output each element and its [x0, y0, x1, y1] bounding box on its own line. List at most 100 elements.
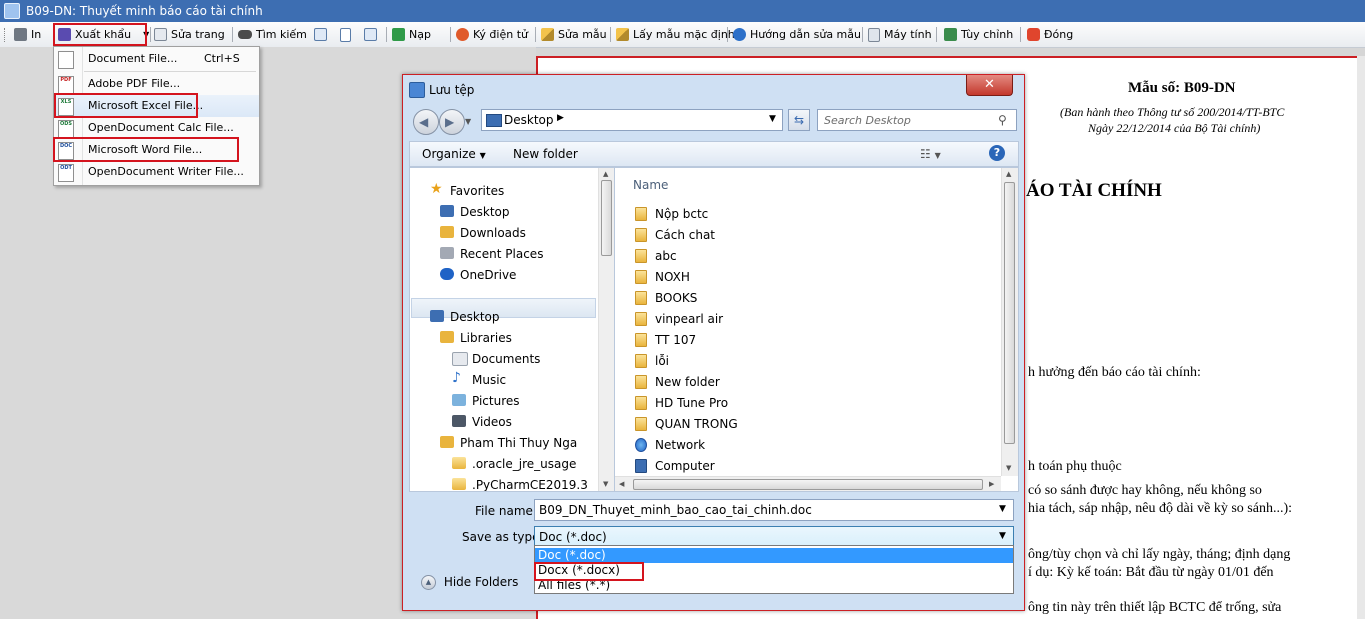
- view-options-button[interactable]: ☷ ▼: [920, 147, 941, 161]
- recent-locations-icon[interactable]: ▼: [465, 117, 471, 126]
- calculator-button[interactable]: Máy tính: [868, 25, 932, 44]
- folder-icon: [635, 417, 647, 431]
- options-button[interactable]: Tùy chỉnh: [944, 25, 1013, 44]
- desktop-icon: [430, 310, 444, 322]
- save-type-select[interactable]: Doc (*.doc) ▼: [534, 526, 1014, 547]
- scroll-up-icon[interactable]: ▲: [1006, 170, 1011, 178]
- file-scroll-thumb[interactable]: [1004, 182, 1015, 444]
- odt-file-icon: ODT: [58, 164, 74, 182]
- command-bar: Organize ▼ New folder ☷ ▼ ?: [409, 141, 1019, 167]
- search-input[interactable]: Search Desktop ⚲: [817, 109, 1017, 131]
- h-scroll-thumb[interactable]: [633, 479, 983, 490]
- refresh-button[interactable]: ⇆: [788, 109, 810, 131]
- scroll-down-icon[interactable]: ▼: [603, 480, 608, 488]
- toolbar-separator: [386, 27, 387, 42]
- menu-item-odt-file[interactable]: ODT OpenDocument Writer File...: [54, 161, 259, 183]
- edit-page-button[interactable]: Sửa trang: [154, 25, 225, 44]
- organize-button[interactable]: Organize ▼: [422, 147, 486, 161]
- scroll-up-icon[interactable]: ▲: [603, 170, 608, 178]
- chevron-down-icon[interactable]: ▼: [999, 504, 1006, 514]
- document-line: có so sánh được hay không, nếu không so: [1028, 483, 1262, 498]
- chevron-down-icon: ▼: [999, 531, 1006, 541]
- menu-separator: [84, 71, 256, 72]
- column-header-name[interactable]: Name: [633, 178, 668, 192]
- fit-page-button[interactable]: [364, 25, 377, 44]
- template-help-button[interactable]: Hướng dẫn sửa mẫu: [733, 25, 861, 44]
- option-doc[interactable]: Doc (*.doc): [535, 548, 1013, 563]
- nav-scrollbar[interactable]: ▲ ▼: [598, 168, 614, 491]
- menu-item-document-file[interactable]: Document File... Ctrl+S: [54, 48, 259, 70]
- save-dialog: Lưu tệp ✕ ◀ ▶ ▼ Desktop ▶ ▼ ⇆ Search Des…: [402, 74, 1025, 611]
- scroll-down-icon[interactable]: ▼: [1006, 464, 1011, 472]
- forward-button[interactable]: ▶: [439, 109, 465, 135]
- default-template-button[interactable]: Lấy mẫu mặc định: [616, 25, 735, 44]
- issued-date-text: Ngày 22/12/2014 của Bộ Tài chính): [1088, 121, 1261, 135]
- chevron-down-icon[interactable]: ▼: [769, 114, 776, 124]
- page-width-icon: [314, 28, 327, 41]
- toolbar: In Xuất khẩu ▼ Sửa trang Tìm kiếm Nạp Ký…: [0, 22, 1365, 48]
- digital-sign-button[interactable]: Ký điện tử: [456, 25, 528, 44]
- folder-icon: [635, 249, 647, 263]
- chevron-down-icon: ▼: [479, 151, 486, 160]
- breadcrumb-arrow-icon[interactable]: ▶: [557, 113, 564, 123]
- close-button[interactable]: Đóng: [1027, 25, 1073, 44]
- address-text: Desktop: [504, 113, 554, 127]
- desktop-icon: [440, 205, 454, 217]
- desktop-icon: [486, 114, 502, 127]
- videos-icon: [452, 415, 466, 427]
- document-line: h toán phụ thuộc: [1028, 459, 1122, 474]
- document-file-icon: [58, 51, 74, 69]
- nav-scroll-thumb[interactable]: [601, 180, 612, 256]
- new-folder-button[interactable]: New folder: [513, 147, 578, 161]
- scroll-left-icon[interactable]: ◀: [619, 480, 624, 488]
- load-button[interactable]: Nạp: [392, 25, 431, 44]
- page-width-button[interactable]: [314, 25, 327, 44]
- help-icon[interactable]: ?: [989, 145, 1005, 161]
- pencil-icon: [541, 28, 554, 41]
- address-bar[interactable]: Desktop ▶ ▼: [481, 109, 783, 131]
- toolbar-separator: [862, 27, 863, 42]
- folder-icon: [452, 457, 466, 469]
- onedrive-icon: [440, 268, 454, 280]
- title-bar: B09-DN: Thuyết minh báo cáo tài chính: [0, 0, 1365, 22]
- window-title: B09-DN: Thuyết minh báo cáo tài chính: [26, 4, 263, 18]
- edit-template-button[interactable]: Sửa mẫu: [541, 25, 607, 44]
- export-highlight: [53, 23, 147, 46]
- printer-icon: [14, 28, 27, 41]
- hide-folders-button[interactable]: ▲ Hide Folders: [421, 575, 518, 590]
- folder-icon: [635, 291, 647, 305]
- file-name-field[interactable]: B09_DN_Thuyet_minh_bao_cao_tai_chinh.doc…: [534, 499, 1014, 521]
- file-list-hscrollbar[interactable]: ◀ ▶: [615, 476, 1001, 491]
- find-button[interactable]: Tìm kiếm: [238, 25, 307, 44]
- arrow-left-icon: ◀: [419, 115, 429, 129]
- toolbar-separator: [727, 27, 728, 42]
- user-folder-icon: [440, 436, 454, 448]
- one-page-button[interactable]: [340, 25, 351, 44]
- file-list-scrollbar[interactable]: ▲ ▼: [1001, 168, 1018, 476]
- pencil-icon: [616, 28, 629, 41]
- dialog-title: Lưu tệp: [429, 83, 475, 97]
- downloads-icon: [440, 226, 454, 238]
- file-name-label: File name:: [475, 504, 537, 518]
- folder-icon: [635, 333, 647, 347]
- menu-item-ods-file[interactable]: ODS OpenDocument Calc File...: [54, 117, 259, 139]
- calculator-icon: [868, 27, 880, 42]
- scroll-right-icon[interactable]: ▶: [989, 480, 994, 488]
- back-button[interactable]: ◀: [413, 109, 439, 135]
- help-icon: [733, 28, 746, 41]
- print-button[interactable]: In: [14, 25, 41, 44]
- viewer-scrollbar[interactable]: [1357, 56, 1365, 619]
- menu-item-pdf-file[interactable]: PDF Adobe PDF File...: [54, 73, 259, 95]
- document-line: í dụ: Kỳ kế toán: Bắt đầu từ ngày 01/01 …: [1028, 565, 1274, 580]
- dialog-close-button[interactable]: ✕: [966, 75, 1013, 96]
- chevron-down-icon: ▼: [934, 151, 941, 160]
- toolbar-separator: [150, 27, 151, 42]
- document-line: ông tin này trên thiết lập BCTC để trống…: [1028, 600, 1282, 615]
- report-heading: ÁO TÀI CHÍNH: [1026, 180, 1162, 201]
- search-icon: ⚲: [998, 113, 1007, 127]
- folder-icon: [635, 312, 647, 326]
- star-icon: ★: [430, 181, 443, 197]
- pictures-icon: [452, 394, 466, 406]
- save-type-label: Save as type:: [462, 530, 544, 544]
- folder-icon: [635, 396, 647, 410]
